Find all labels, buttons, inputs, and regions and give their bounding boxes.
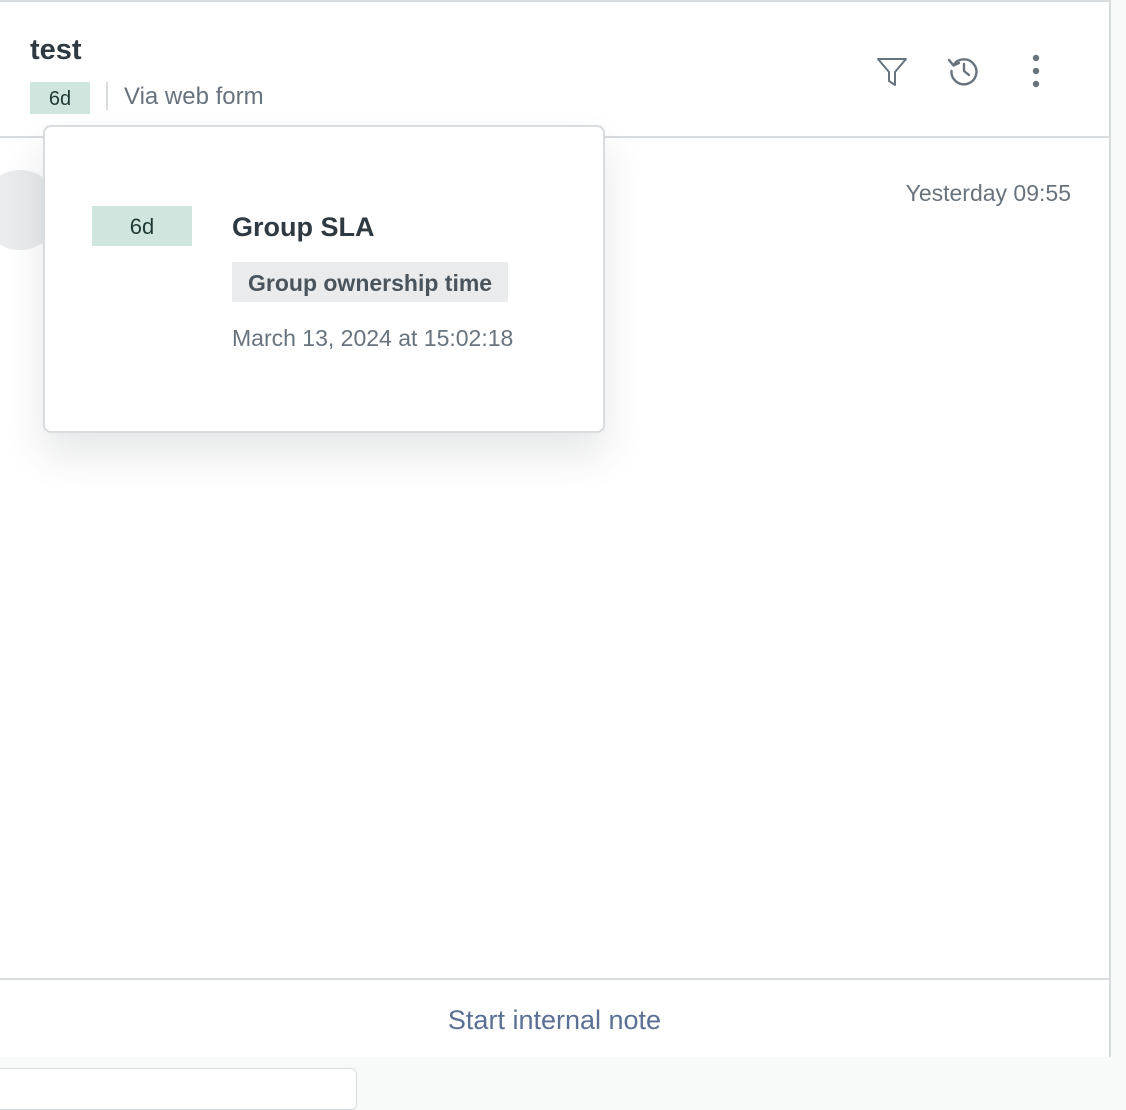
- ticket-title: test: [30, 34, 82, 66]
- history-button[interactable]: [943, 50, 985, 92]
- start-internal-note-button[interactable]: Start internal note: [0, 1002, 1109, 1038]
- filter-button[interactable]: [871, 50, 913, 92]
- history-icon: [946, 53, 982, 89]
- sla-metric-tag: Group ownership time: [232, 262, 509, 302]
- more-options-button[interactable]: [1015, 50, 1057, 92]
- sla-badge[interactable]: 6d: [30, 82, 90, 114]
- composer-bar: Start internal note: [0, 978, 1109, 1057]
- filter-icon: [875, 54, 909, 88]
- bottom-tab[interactable]: [0, 1068, 357, 1110]
- header-divider: [106, 82, 108, 110]
- more-vertical-icon: [1031, 54, 1041, 88]
- sla-popover-date: March 13, 2024 at 15:02:18: [232, 325, 514, 351]
- sla-popover: 6d Group SLA Group ownership time March …: [43, 125, 605, 433]
- message-timestamp: Yesterday 09:55: [905, 180, 1071, 206]
- ticket-channel: Via web form: [124, 83, 264, 110]
- sla-popover-title: Group SLA: [232, 212, 375, 242]
- ticket-header: test 6d Via web form: [0, 2, 1109, 138]
- sla-popover-badge: 6d: [92, 206, 192, 246]
